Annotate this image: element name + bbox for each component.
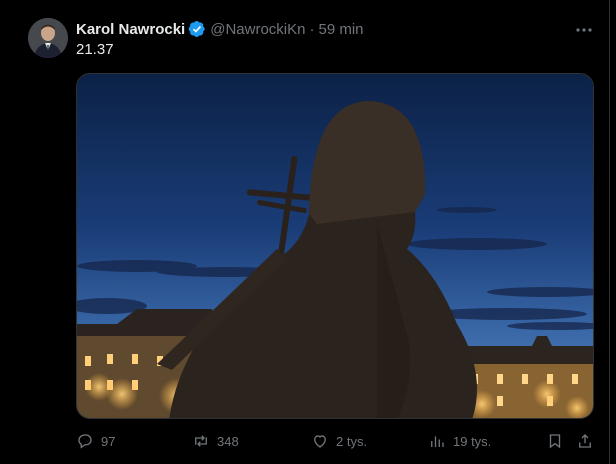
tweet-photo[interactable]	[76, 73, 594, 419]
views-chart-icon	[431, 436, 444, 447]
tweet-actions-bar: 97 348 2 tys. 19 tys.	[76, 430, 596, 452]
repost-button[interactable]: 348	[192, 430, 239, 452]
reply-button[interactable]: 97	[76, 430, 115, 452]
timestamp[interactable]: 59 min	[318, 21, 363, 38]
bookmark-button[interactable]	[546, 430, 564, 452]
share-button[interactable]	[576, 430, 594, 452]
reply-count: 97	[101, 433, 116, 449]
author-handle[interactable]: @NawrockiKn	[210, 21, 305, 38]
heart-icon	[314, 435, 326, 448]
views-button[interactable]: 19 tys.	[428, 430, 491, 452]
share-icon	[579, 434, 591, 448]
reply-icon	[78, 434, 92, 449]
tweet-text: 21.37	[76, 41, 114, 58]
bookmark-icon	[549, 434, 561, 449]
separator-dot: ·	[309, 20, 315, 38]
tweet-header: Karol Nawrocki @NawrockiKn · 59 min	[76, 19, 364, 39]
repost-icon	[195, 435, 207, 447]
avatar[interactable]	[28, 18, 68, 58]
views-count: 19 tys.	[453, 433, 492, 449]
more-icon[interactable]	[572, 18, 596, 42]
verified-badge-icon[interactable]	[188, 20, 206, 38]
scrollbar-track[interactable]	[610, 0, 616, 464]
like-button[interactable]: 2 tys.	[311, 430, 367, 452]
like-count: 2 tys.	[336, 433, 368, 449]
repost-count: 348	[217, 433, 239, 449]
avatar-image	[28, 18, 68, 58]
photo-statue-dusk	[77, 74, 593, 418]
author-name[interactable]: Karol Nawrocki	[76, 21, 185, 38]
